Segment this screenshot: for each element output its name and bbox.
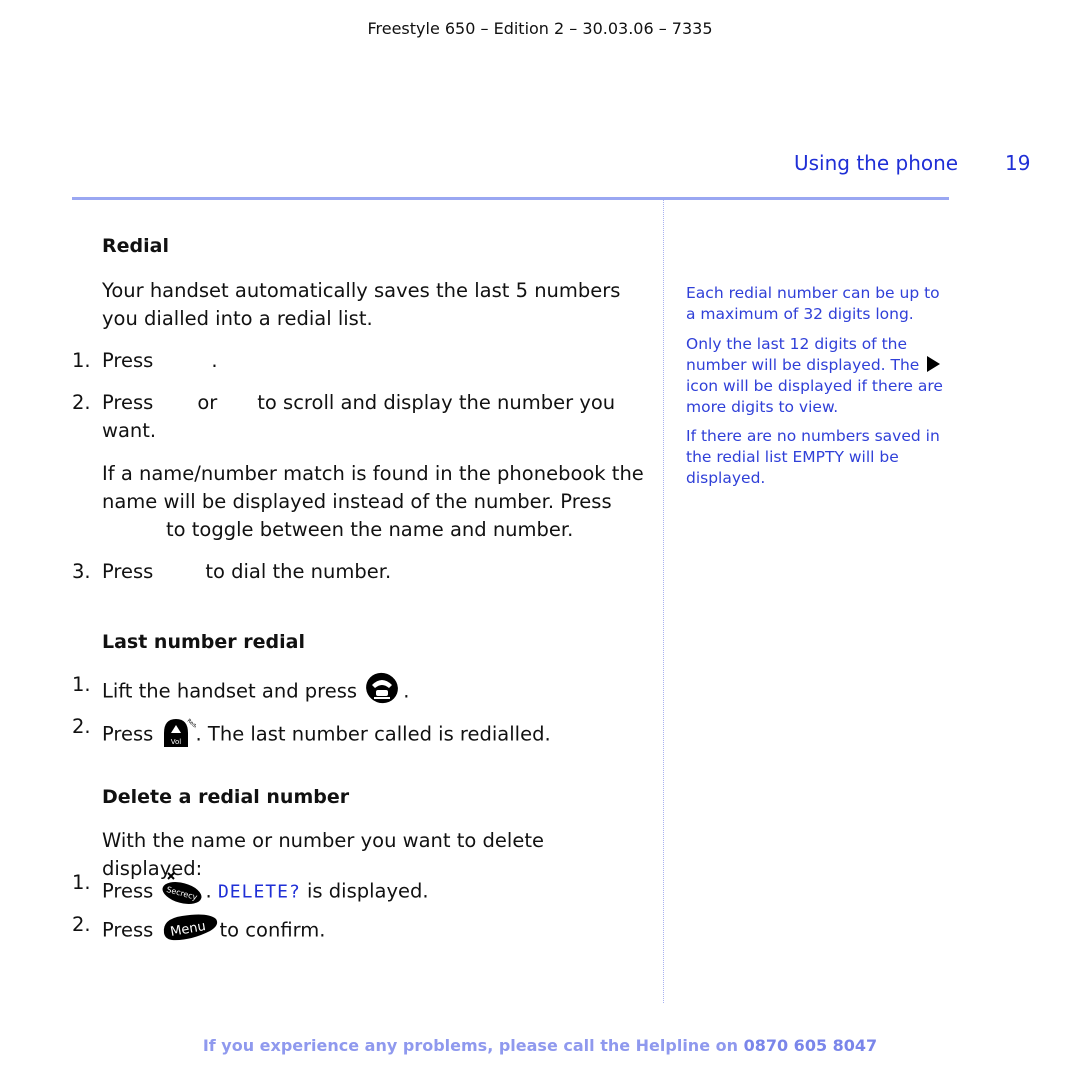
step-number: 2.	[72, 391, 91, 414]
step-text: Press	[102, 560, 154, 583]
step-text: Press	[102, 391, 154, 414]
side-note-empty: If there are no numbers saved in the red…	[686, 427, 940, 487]
step-text: .	[211, 349, 218, 372]
last-redial-step-1: 1. Lift the handset and press .	[72, 671, 647, 713]
helpline-phone-number: 0870 605 8047	[743, 1036, 878, 1055]
document-header: Freestyle 650 – Edition 2 – 30.03.06 – 7…	[367, 19, 713, 38]
side-note-last-12-digits: Only the last 12 digits of the number wi…	[686, 334, 951, 418]
helpline-footer: If you experience any problems, please c…	[0, 1036, 1080, 1055]
menu-button-icon: Menu	[160, 911, 220, 951]
step-text: to dial the number.	[205, 560, 392, 583]
delete-redial-heading: Delete a redial number	[102, 786, 350, 808]
note-text: icon will be displayed if there are more…	[686, 377, 943, 416]
step-number: 2.	[72, 715, 91, 738]
page-number: 19	[1005, 151, 1031, 175]
step-text: Press	[102, 349, 154, 372]
last-number-redial-heading: Last number redial	[102, 631, 305, 653]
delete-step-1: 1. Press Secrecy . DELETE? is displayed.	[72, 869, 647, 915]
step-number: 1.	[72, 349, 91, 372]
redial-note: If a name/number match is found in the p…	[102, 460, 647, 544]
redial-step-1: 1. Press.	[72, 347, 647, 375]
step-number: 3.	[72, 560, 91, 583]
side-note-max-digits: Each redial number can be up to a maximu…	[686, 284, 940, 323]
step-number: 1.	[72, 673, 91, 696]
note-text: If a name/number match is found in the p…	[102, 462, 644, 513]
step-text: Press	[102, 918, 154, 942]
step-text: to scroll and display the number you wan…	[102, 391, 616, 442]
step-number: 2.	[72, 913, 91, 936]
redial-step-2: 2. Press or to scroll and display the numbe…	[72, 389, 647, 445]
step-text: Press	[102, 722, 154, 746]
lcd-display-text: DELETE?	[217, 881, 301, 903]
note-text: Only the last 12 digits of the number wi…	[686, 335, 920, 374]
redial-intro: Your handset automatically saves the las…	[102, 279, 621, 330]
redial-heading: Redial	[102, 235, 169, 257]
talk-icon	[363, 671, 403, 713]
step-text: . The last number called is redialled.	[195, 722, 551, 746]
step-number: 1.	[72, 871, 91, 894]
delete-step-2: 2. Press Menu to confirm.	[72, 911, 647, 951]
header-rule	[72, 197, 949, 200]
step-text: .	[403, 679, 410, 703]
secrecy-delete-icon: Secrecy	[160, 869, 206, 915]
redial-step-3: 3. Press to dial the number.	[72, 558, 647, 586]
step-text: Lift the handset and press	[102, 679, 358, 703]
column-divider	[663, 200, 664, 1003]
step-text: to confirm.	[219, 918, 326, 942]
redial-vol-up-icon: Vol Redial	[160, 713, 201, 757]
note-text: to toggle between the name and number.	[166, 518, 574, 541]
section-title: Using the phone	[794, 151, 959, 175]
step-text: Press	[102, 879, 154, 903]
footer-text: If you experience any problems, please c…	[202, 1036, 738, 1055]
step-text: is displayed.	[307, 879, 429, 903]
svg-text:Vol: Vol	[170, 738, 181, 746]
last-redial-step-2: 2. Press Vol Redial . The last number cal…	[72, 713, 647, 757]
step-text: or	[197, 391, 218, 414]
right-arrow-icon	[927, 356, 941, 372]
